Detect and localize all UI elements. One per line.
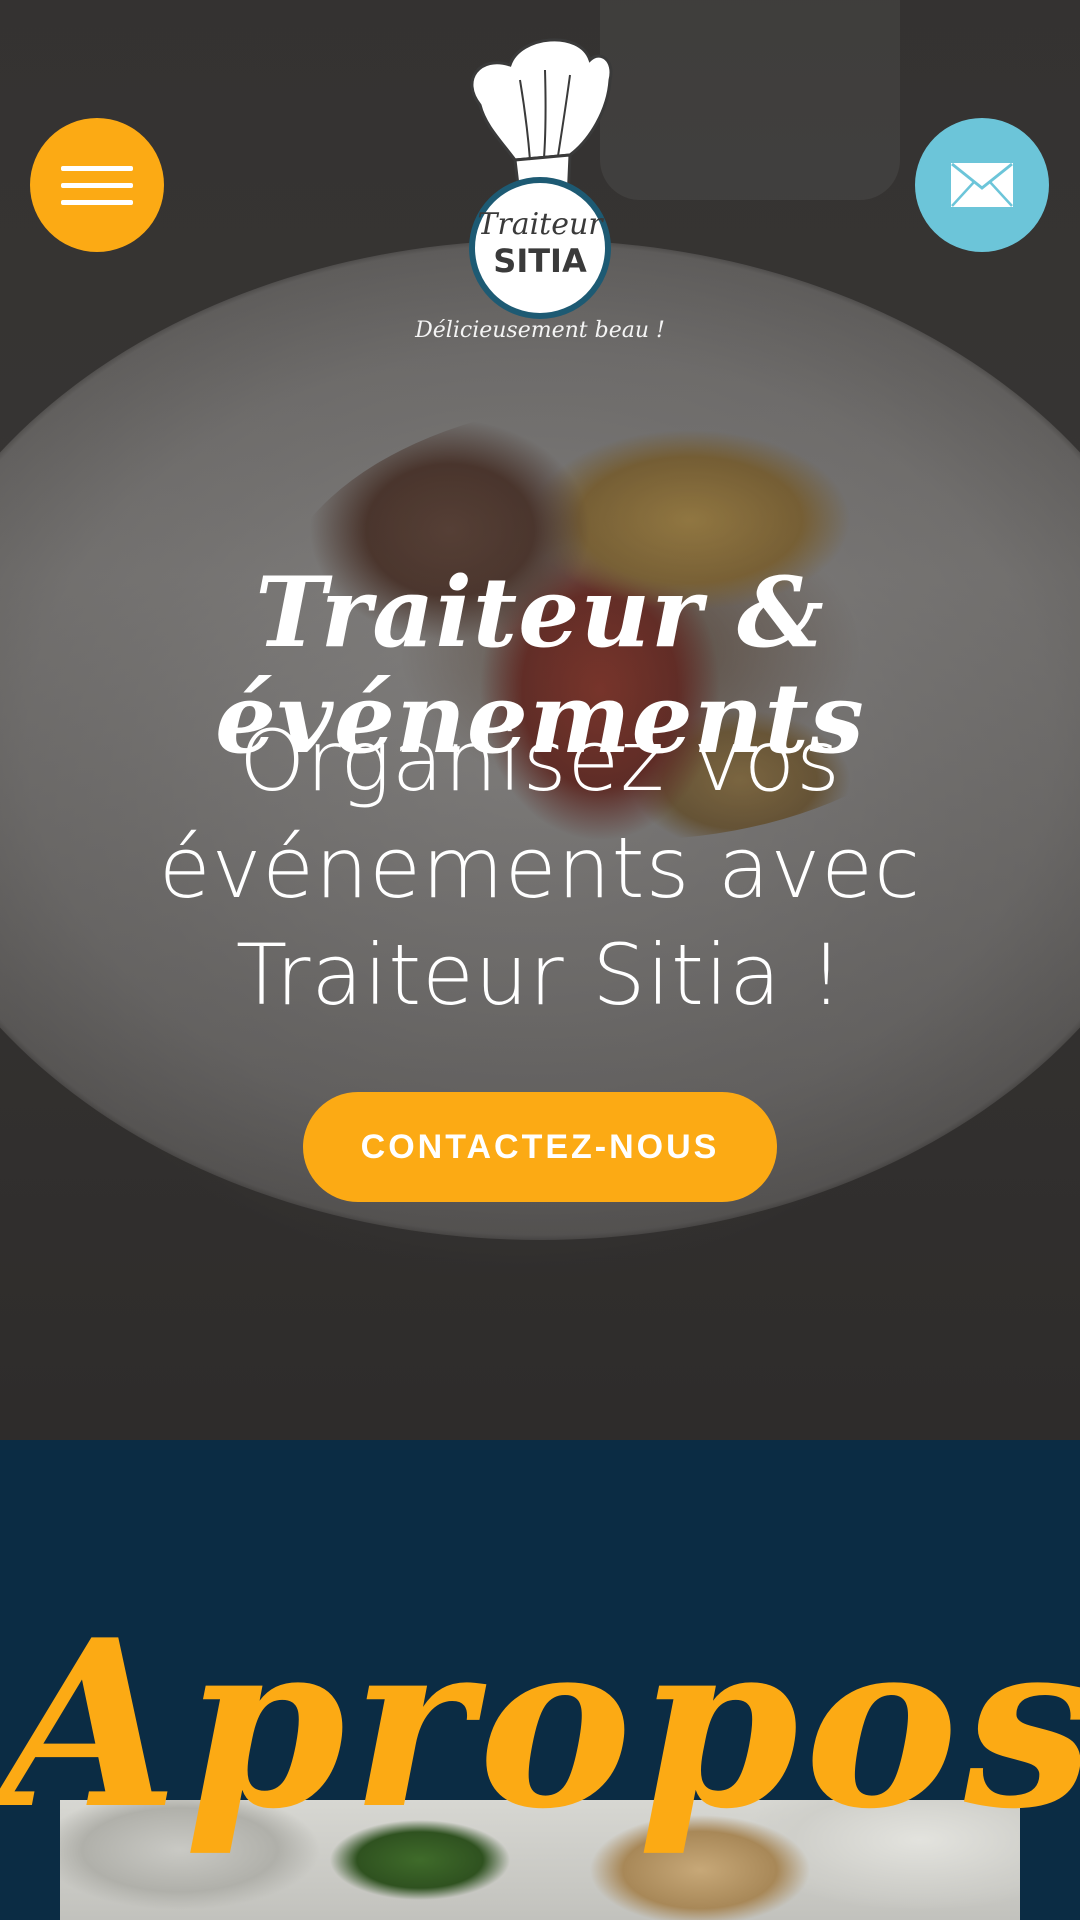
hamburger-menu-icon — [61, 199, 133, 205]
hero-headline: Organisez vos événements avec Traiteur S… — [80, 708, 1000, 1029]
hamburger-menu-icon — [61, 165, 133, 171]
about-section: Apropos — [0, 1440, 1080, 1920]
about-title: Apropos — [0, 1590, 1080, 1860]
hero-headline-line: Traiteur Sitia ! — [235, 926, 845, 1024]
envelope-icon — [951, 162, 1013, 207]
hamburger-menu-icon — [61, 182, 133, 188]
contact-us-button[interactable]: CONTACTEZ-NOUS — [303, 1092, 777, 1202]
logo-line2: SITIA — [493, 242, 587, 280]
contact-mail-button[interactable] — [915, 118, 1049, 252]
tagline: Délicieusement beau ! — [415, 318, 665, 343]
chef-hat-logo-icon: Traiteur SITIA — [469, 38, 613, 319]
menu-button[interactable] — [30, 118, 164, 252]
logo-line1: Traiteur — [477, 207, 604, 242]
hero-headline-line: événements avec — [158, 819, 922, 917]
site-logo[interactable]: Traiteur SITIA — [440, 20, 640, 320]
hero-headline-line: Organisez vos — [239, 712, 841, 810]
hero-section: Traiteur SITIA Délicieusement beau ! Tra… — [0, 0, 1080, 1440]
